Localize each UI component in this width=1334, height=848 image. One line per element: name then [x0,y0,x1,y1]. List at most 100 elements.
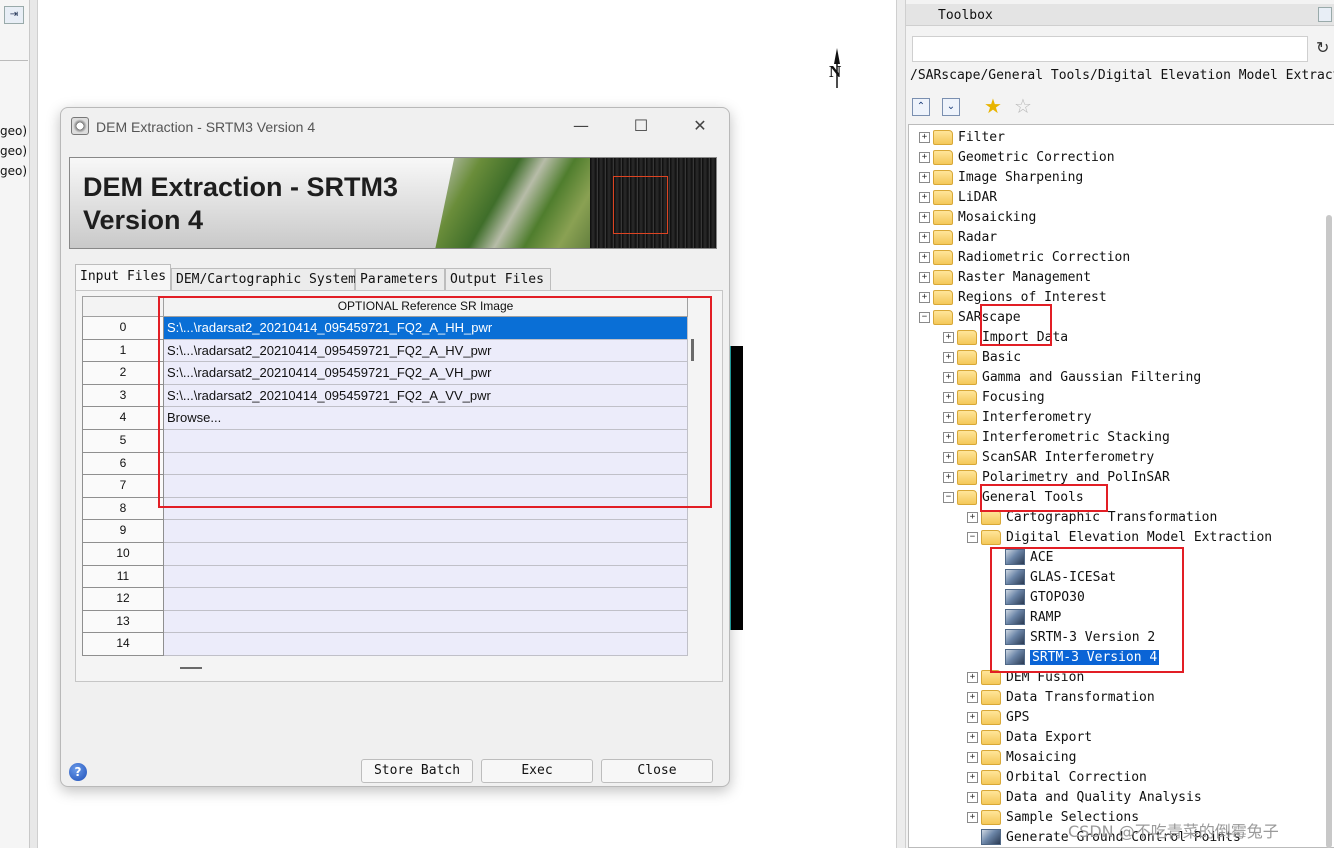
tree-item[interactable]: + Image Sharpening [919,167,1083,187]
expand-icon[interactable]: + [919,171,930,183]
tree-item[interactable]: + Geometric Correction [919,147,1115,167]
tree-item[interactable]: + Mosaicing [967,747,1076,767]
help-icon[interactable]: ? [69,763,87,781]
expand-icon[interactable]: + [967,711,978,723]
collapse-all-icon[interactable]: ⌃ [912,98,930,116]
grid-row-index[interactable]: 11 [82,565,164,589]
grid-row-index[interactable]: 7 [82,475,164,498]
close-window-button[interactable]: ✕ [685,116,715,135]
right-splitter[interactable] [896,0,906,848]
tree-item[interactable]: − Digital Elevation Model Extraction [967,527,1272,547]
grid-cell[interactable] [164,520,688,543]
grid-row-index[interactable]: 2 [82,362,164,385]
grid-row-index[interactable]: 0 [82,317,164,340]
tree-item[interactable]: + Focusing [943,387,1045,407]
grid-row-index[interactable]: 3 [82,384,164,408]
expand-icon[interactable]: + [919,271,930,283]
expand-icon[interactable]: + [943,371,954,383]
tree-item[interactable]: + Data Transformation [967,687,1155,707]
grid-cell[interactable] [164,588,688,611]
expand-icon[interactable]: + [943,351,954,363]
tab-output-files[interactable]: Output Files [445,268,551,290]
tree-item[interactable]: + Mosaicking [919,207,1036,227]
grid-cell[interactable] [164,633,688,656]
grid-row-index[interactable]: 12 [82,588,164,611]
grid-row-index[interactable]: 5 [82,430,164,453]
expand-icon[interactable]: + [943,411,954,423]
expand-icon[interactable]: + [919,291,930,303]
tree-item[interactable]: + GPS [967,707,1029,727]
expand-icon[interactable]: + [919,231,930,243]
tree-item[interactable]: + Data Export [967,727,1092,747]
collapse-icon[interactable]: − [967,531,978,543]
grid-horizontal-scrollbar[interactable] [180,667,202,669]
tree-item[interactable]: + Raster Management [919,267,1091,287]
tree-item[interactable]: + Interferometry [943,407,1092,427]
toolbox-scrollbar[interactable] [1326,215,1332,848]
tree-item[interactable]: + Data and Quality Analysis [967,787,1202,807]
expand-icon[interactable]: + [967,731,978,743]
expand-icon[interactable]: + [967,691,978,703]
close-button[interactable]: Close [601,759,713,783]
tab-dem-cartographic-system[interactable]: DEM/Cartographic System [171,268,356,290]
add-favorite-icon[interactable]: ★ [984,94,1002,118]
expand-icon[interactable]: + [967,511,978,523]
grid-row-index[interactable]: 9 [82,520,164,543]
store-batch-button[interactable]: Store Batch [361,759,473,783]
tree-item-label: Mosaicking [958,209,1037,225]
grid-row-index[interactable]: 6 [82,452,164,476]
expand-icon[interactable]: + [919,151,930,163]
grid-cell[interactable] [164,565,688,589]
tree-item[interactable]: + LiDAR [919,187,997,207]
grid-cell[interactable] [164,543,688,566]
expand-icon[interactable]: + [967,771,978,783]
grid-cell[interactable] [164,610,688,634]
tree-item[interactable]: + Orbital Correction [967,767,1147,787]
folder-icon [957,369,977,385]
tree-item[interactable]: + Basic [943,347,1021,367]
tree-item[interactable]: + Radar [919,227,997,247]
toolbox-search-input[interactable] [912,36,1308,62]
collapse-icon[interactable]: − [919,311,930,323]
expand-icon[interactable]: + [967,751,978,763]
expand-icon[interactable]: + [967,811,978,823]
tree-item[interactable]: + Gamma and Gaussian Filtering [943,367,1201,387]
refresh-icon[interactable]: ↻ [1316,38,1329,57]
grid-row-index[interactable]: 4 [82,407,164,430]
expand-icon[interactable]: + [919,251,930,263]
favorites-icon[interactable]: ☆ [1014,94,1032,118]
grid-row-index[interactable]: 14 [82,633,164,656]
grid-row-index[interactable]: 10 [82,543,164,566]
expand-icon[interactable]: + [919,211,930,223]
tree-item[interactable]: + Radiometric Correction [919,247,1130,267]
exec-button[interactable]: Exec [481,759,593,783]
toolbox-panel: Toolbox ↻ /SARscape/General Tools/Digita… [906,0,1334,848]
expand-icon[interactable]: + [943,451,954,463]
grid-row-index[interactable]: 1 [82,339,164,363]
tab-input-files[interactable]: Input Files [75,264,171,291]
dialog-titlebar[interactable]: DEM Extraction - SRTM3 Version 4 — ☐ ✕ [61,108,729,146]
left-splitter[interactable] [30,0,38,848]
toolbox-title: Toolbox [938,8,993,23]
expand-icon[interactable]: + [943,391,954,403]
maximize-button[interactable]: ☐ [626,116,656,135]
pin-icon[interactable] [1318,7,1332,22]
expand-icon[interactable]: + [967,791,978,803]
expand-all-icon[interactable]: ⌄ [942,98,960,116]
collapse-icon[interactable]: − [943,491,954,503]
folder-icon [933,249,953,265]
expand-icon[interactable]: + [919,191,930,203]
expand-icon[interactable]: + [943,431,954,443]
grid-row-index[interactable]: 13 [82,610,164,634]
tree-item[interactable]: + Interferometric Stacking [943,427,1170,447]
tree-item[interactable]: + ScanSAR Interferometry [943,447,1154,467]
tree-item[interactable]: + Filter [919,127,1005,147]
tab-parameters[interactable]: Parameters [355,268,445,290]
pin-icon[interactable]: ⇥ [4,6,24,24]
expand-icon[interactable]: + [943,471,954,483]
expand-icon[interactable]: + [943,331,954,343]
expand-icon[interactable]: + [967,671,978,683]
expand-icon[interactable]: + [919,131,930,143]
grid-row-index[interactable]: 8 [82,497,164,521]
minimize-button[interactable]: — [566,116,596,135]
